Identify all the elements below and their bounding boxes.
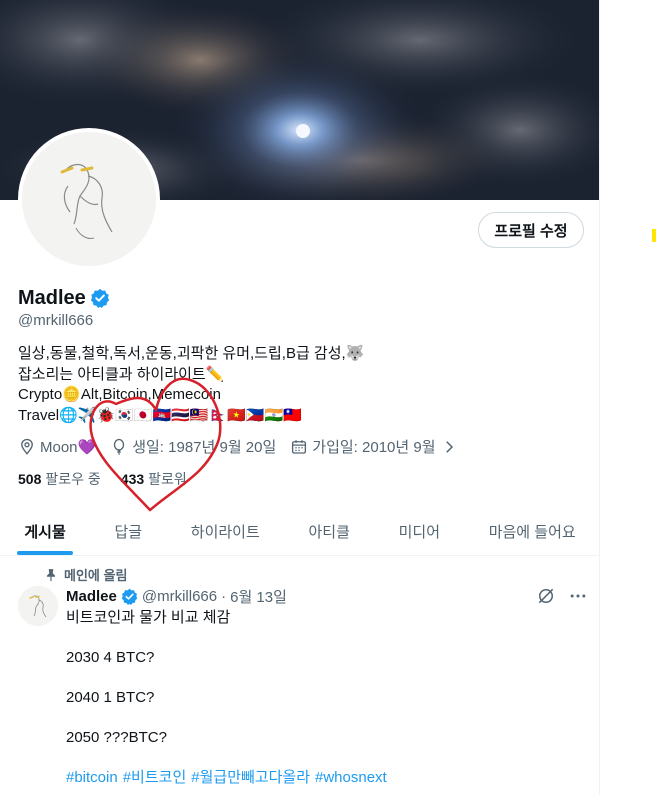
tab-posts[interactable]: 게시물: [0, 508, 90, 555]
birthday-text: 생일: 1987년 9월 20일: [132, 439, 277, 456]
tweet-separator: ·: [221, 588, 227, 605]
display-name: Madlee: [18, 287, 86, 309]
grok-icon[interactable]: [536, 586, 556, 606]
profile-bio: 일상,동물,철학,독서,운동,괴팍한 유머,드립,B급 감성,🐺 잡소리는 아티…: [18, 344, 578, 426]
tweet-author-handle[interactable]: @mrkill666: [142, 588, 217, 605]
tab-highlights[interactable]: 하이라이트: [166, 508, 284, 555]
hashtag-link[interactable]: #월급만빼고다올라: [191, 768, 310, 788]
tweet-actions: [536, 586, 588, 606]
following-label: 팔로우 중: [45, 471, 101, 487]
tab-media[interactable]: 미디어: [374, 508, 464, 555]
followers-count: 433: [120, 471, 145, 487]
pin-icon: [46, 568, 56, 581]
balloon-icon: [114, 438, 125, 455]
tweet-header: Madlee @mrkill666 · 6월 13일: [66, 586, 287, 607]
tweet-avatar-image: [18, 586, 58, 626]
verified-badge-icon[interactable]: [90, 288, 110, 308]
following-link[interactable]: 508 팔로우 중: [18, 469, 101, 489]
hashtag-link[interactable]: #whosnext: [315, 768, 387, 788]
pinned-indicator: 메인에 올림: [44, 565, 127, 584]
tweet-paragraph: 2030 4 BTC?: [66, 649, 155, 666]
tweet-date[interactable]: 6월 13일: [230, 586, 287, 607]
more-icon[interactable]: [568, 586, 588, 606]
tab-replies[interactable]: 답글: [90, 508, 166, 555]
tweet-text: 비트코인과 물가 비교 체감 2030 4 BTC? 2040 1 BTC? 2…: [66, 608, 576, 788]
pinned-label: 메인에 올림: [64, 568, 128, 583]
profile-avatar[interactable]: [18, 128, 160, 270]
profile-meta: Moon💜 생일: 1987년 9월 20일 가입일: 2010년 9월: [18, 436, 458, 457]
tweet-author-name[interactable]: Madlee: [66, 588, 117, 605]
bio-line: 잡소리는 아티클과 하이라이트✏️: [18, 365, 225, 383]
follow-stats: 508 팔로우 중 433 팔로워: [18, 469, 187, 489]
bio-line: Crypto🪙Alt,Bitcoin,Memecoin: [18, 386, 221, 403]
profile-handle: @mrkill666: [18, 312, 94, 329]
bio-line: Travel🌐✈️🐞🇰🇷🇯🇵🇰🇭🇹🇭🇲🇾🇳🇵🇻🇳🇵🇭🇮🇳🇹🇼: [18, 406, 302, 424]
verified-badge-icon[interactable]: [121, 588, 138, 605]
tweet-paragraph: 2040 1 BTC?: [66, 689, 155, 706]
joined-text: 가입일: 2010년 9월: [312, 439, 436, 456]
bio-line: 일상,동물,철학,독서,운동,괴팍한 유머,드립,B급 감성,🐺: [18, 345, 365, 362]
tab-articles[interactable]: 아티클: [284, 508, 374, 555]
highlight-marker: [652, 229, 656, 242]
profile-column: 프로필 수정 Madlee @mrkill666 일상,동물,철학,독서,운동,…: [0, 0, 600, 795]
tweet-paragraph: 비트코인과 물가 비교 체감: [66, 609, 231, 626]
location-text: Moon💜: [40, 438, 97, 456]
location-pin-icon: [21, 438, 33, 455]
location-item: Moon💜: [18, 438, 96, 456]
tweet-hashtags: #bitcoin #비트코인 #월급만빼고다올라 #whosnext: [66, 768, 576, 788]
following-count: 508: [18, 471, 42, 487]
birthday-item: 생일: 1987년 9월 20일: [110, 436, 276, 457]
profile-tabs: 게시물 답글 하이라이트 아티클 미디어 마음에 들어요: [0, 508, 599, 556]
calendar-icon: [292, 439, 307, 454]
joined-item[interactable]: 가입일: 2010년 9월: [290, 436, 457, 457]
display-name-row: Madlee: [18, 285, 110, 311]
edit-profile-button[interactable]: 프로필 수정: [478, 212, 584, 248]
tweet-author-avatar[interactable]: [18, 586, 58, 626]
tweet-paragraph: 2050 ???BTC?: [66, 729, 167, 746]
followers-label: 팔로워: [148, 471, 187, 487]
hashtag-link[interactable]: #bitcoin: [66, 768, 118, 788]
followers-link[interactable]: 433 팔로워: [121, 469, 187, 489]
avatar-sketch-image: [22, 132, 156, 266]
chevron-right-icon[interactable]: [440, 438, 458, 456]
tab-likes[interactable]: 마음에 들어요: [464, 508, 599, 555]
hashtag-link[interactable]: #비트코인: [123, 768, 187, 788]
